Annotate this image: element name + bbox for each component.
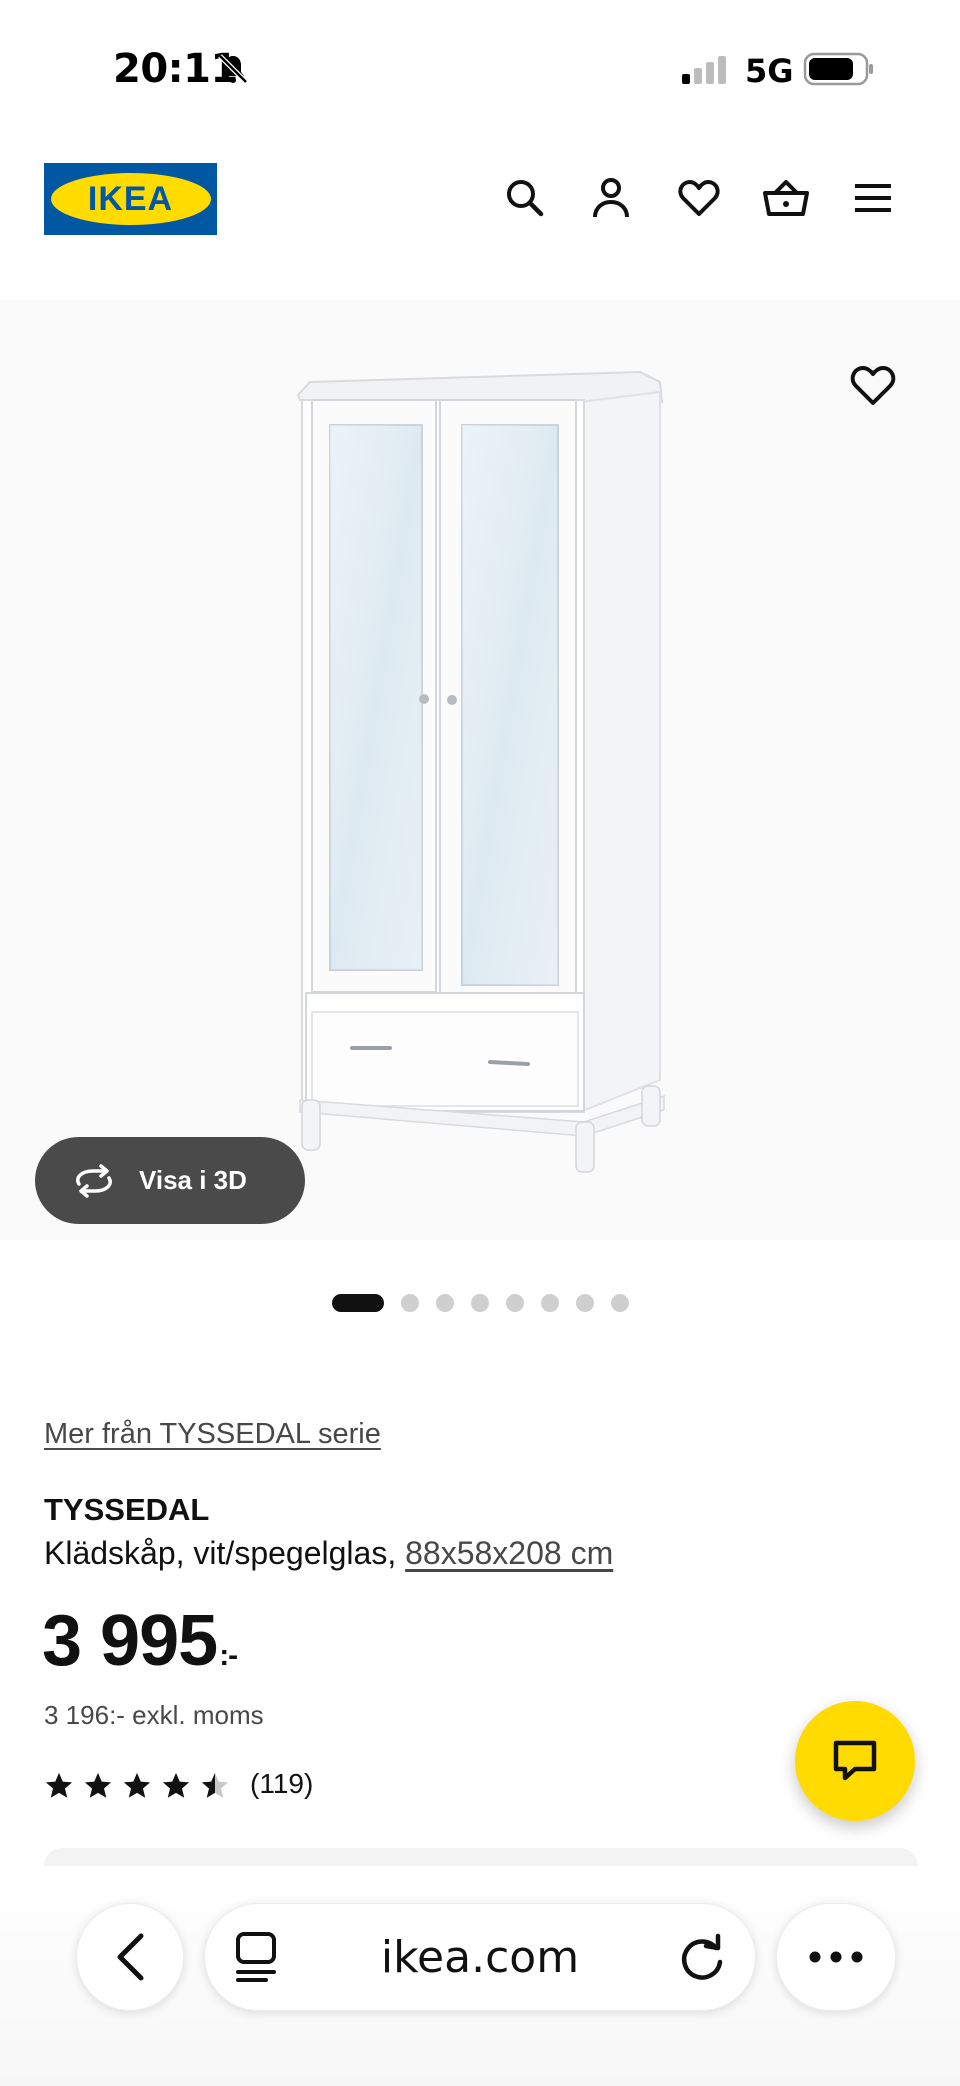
- star-icon: [162, 1772, 190, 1798]
- half-star-icon: [201, 1772, 229, 1798]
- star-icon: [123, 1772, 151, 1798]
- pagination-dot[interactable]: [436, 1294, 454, 1312]
- rating-count[interactable]: (119): [250, 1768, 313, 1800]
- product-image[interactable]: [0, 300, 960, 1240]
- pagination-dot[interactable]: [611, 1294, 629, 1312]
- add-to-favorites-icon[interactable]: [848, 360, 898, 410]
- reload-icon[interactable]: [676, 1932, 728, 1984]
- star-icon: [84, 1772, 112, 1798]
- network-label: 5G: [745, 52, 794, 90]
- battery-icon: [803, 52, 873, 86]
- reader-icon[interactable]: [230, 1930, 282, 1984]
- logo-text: IKEA: [87, 179, 174, 218]
- image-pagination: [332, 1293, 629, 1313]
- pagination-dot[interactable]: [576, 1294, 594, 1312]
- more-button[interactable]: [776, 1903, 896, 2011]
- view-in-3d-label: Visa i 3D: [139, 1165, 247, 1195]
- product-type: Klädskåp, vit/spegelglas,: [44, 1535, 406, 1571]
- pagination-dot[interactable]: [541, 1294, 559, 1312]
- search-icon[interactable]: [501, 174, 549, 222]
- favorites-icon[interactable]: [675, 174, 723, 222]
- star-icon: [45, 1772, 73, 1798]
- cart-icon[interactable]: [762, 174, 810, 222]
- view-in-3d-button[interactable]: Visa i 3D: [35, 1137, 305, 1224]
- price-excl-vat: 3 196:- exkl. moms: [44, 1700, 264, 1730]
- back-button[interactable]: [76, 1903, 184, 2011]
- pagination-dot[interactable]: [401, 1294, 419, 1312]
- address-bar[interactable]: ikea.com: [204, 1903, 756, 2011]
- account-icon[interactable]: [587, 174, 635, 222]
- site-header: IKEA: [0, 140, 960, 270]
- back-icon: [117, 1933, 144, 1981]
- product-name: TYSSEDAL: [44, 1492, 210, 1527]
- rating-stars[interactable]: [44, 1768, 230, 1804]
- price-main: 3 995: [42, 1601, 218, 1681]
- chat-icon: [833, 1740, 877, 1781]
- product-description: Klädskåp, vit/spegelglas, 88x58x208 cm: [44, 1535, 613, 1572]
- logo-oval: IKEA: [50, 173, 211, 225]
- price-suffix: :-: [219, 1639, 238, 1672]
- status-bar: 20:11 5G: [0, 0, 960, 140]
- menu-icon[interactable]: [849, 174, 897, 222]
- url-text: ikea.com: [380, 1931, 580, 1983]
- product-price: 3 995:-: [42, 1605, 238, 1677]
- chat-button[interactable]: [795, 1701, 915, 1821]
- ikea-logo[interactable]: IKEA: [44, 163, 217, 235]
- signal-icon: [682, 56, 726, 84]
- bell-slash-icon: [218, 54, 248, 84]
- wardrobe-illustration: [296, 370, 665, 1173]
- more-icon: [809, 1951, 863, 1963]
- pagination-dot[interactable]: [506, 1294, 524, 1312]
- dimensions-link[interactable]: 88x58x208 cm: [405, 1535, 613, 1571]
- pagination-dot[interactable]: [471, 1294, 489, 1312]
- series-link[interactable]: Mer från TYSSEDAL serie: [44, 1418, 381, 1451]
- rotate-3d-icon: [76, 1163, 112, 1198]
- pagination-dot[interactable]: [332, 1294, 384, 1312]
